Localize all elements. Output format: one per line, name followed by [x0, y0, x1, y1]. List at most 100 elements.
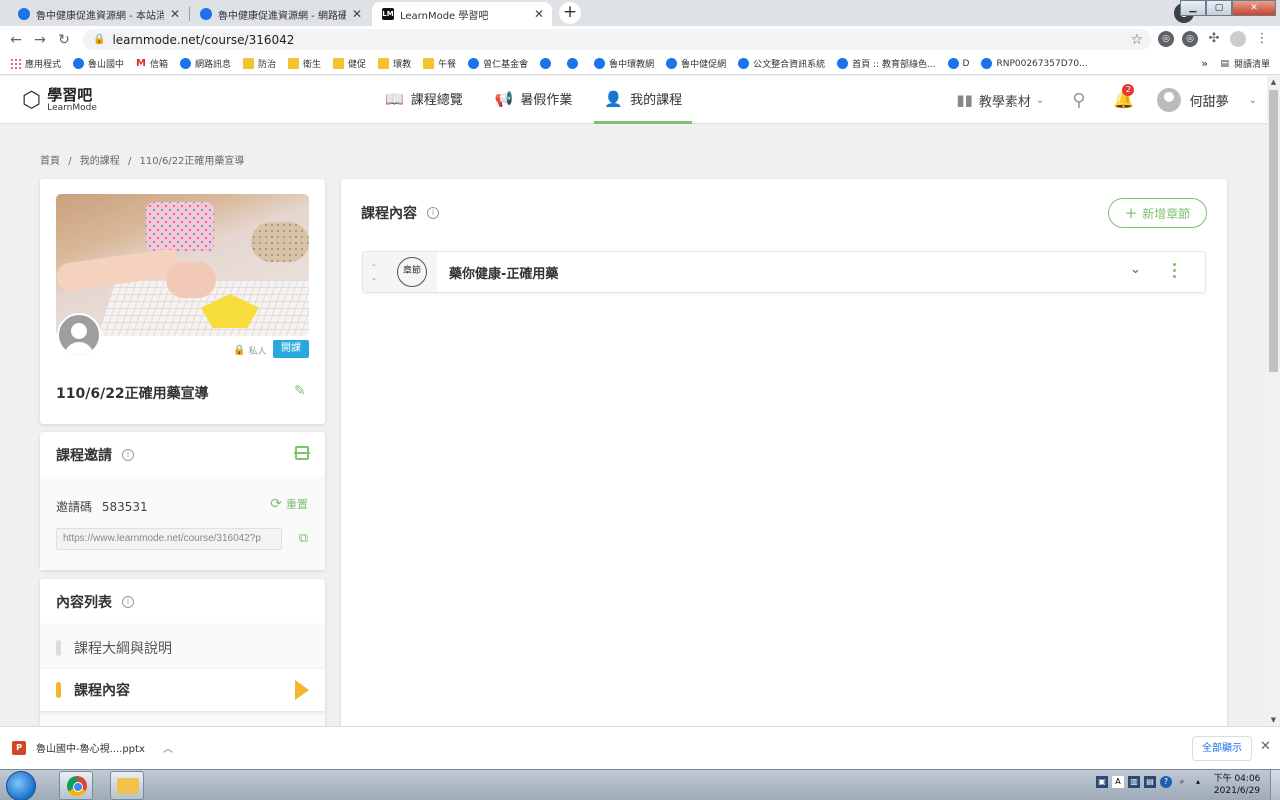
extension-icon[interactable]: ◎ [1158, 31, 1174, 47]
nav-course-overview[interactable]: 📖 課程總覽 [375, 76, 473, 124]
bookmark-item[interactable]: 午餐 [423, 57, 456, 70]
tab-close-icon[interactable]: ✕ [352, 7, 362, 21]
invite-card: 課程邀請 i 邀請碼 583531 ⟳ 重置 https://www.learn… [40, 432, 325, 570]
notification-bell[interactable]: 🔔 2 [1113, 84, 1135, 110]
tray-icon[interactable]: ▣ [1096, 776, 1108, 788]
info-icon[interactable]: i [122, 449, 134, 461]
reading-list-button[interactable]: ▤ 閱讀清單 [1220, 57, 1270, 71]
close-icon[interactable]: ✕ [1260, 739, 1271, 754]
bookmark-label: 應用程式 [25, 60, 62, 70]
menu-dots-icon[interactable]: ⋮ [1254, 31, 1270, 47]
content-list-item-outline[interactable]: 課程大綱與說明 [40, 627, 325, 669]
breadcrumb-home[interactable]: 首頁 [40, 156, 60, 167]
info-icon[interactable]: i [427, 207, 439, 219]
show-desktop-button[interactable] [1270, 770, 1280, 800]
user-menu[interactable]: 何甜夢 ⌄ [1156, 88, 1257, 112]
bookmark-item[interactable]: D [947, 58, 969, 69]
bookmark-item[interactable] [540, 58, 555, 69]
edit-icon[interactable]: ✎ [294, 383, 306, 399]
bookmark-item[interactable]: 首頁 :: 教育部綠色... [837, 57, 936, 70]
tray-icon[interactable]: ▤ [1144, 776, 1156, 788]
browser-tab-3[interactable]: LM LearnMode 學習吧 ✕ [372, 2, 552, 26]
bookmark-item[interactable]: 魯山國中 [73, 57, 124, 70]
privacy-indicator: 🔒 私人 [233, 344, 266, 357]
qr-scan-icon[interactable] [294, 446, 310, 460]
download-item[interactable]: P 魯山國中-魯心視....pptx ︿ [12, 740, 173, 755]
teaching-materials-menu[interactable]: ▮▮ 教學素材 ⌄ [956, 91, 1044, 110]
bookmark-item[interactable]: 環教 [378, 57, 411, 70]
bookmark-item[interactable] [567, 58, 582, 69]
cover-hand [166, 262, 216, 298]
tray-icon[interactable]: ⌕ [1176, 776, 1188, 788]
tab-close-icon[interactable]: ✕ [534, 7, 544, 21]
folder-icon [378, 58, 390, 69]
maximize-button[interactable]: ▢ [1206, 0, 1232, 16]
tab-close-icon[interactable]: ✕ [170, 7, 180, 21]
extension-icon[interactable]: ◎ [1182, 31, 1198, 47]
search-icon[interactable]: ⚲ [1072, 90, 1085, 111]
drag-handle-icon[interactable]: ⌃ ⌄ [363, 252, 385, 292]
bookmark-item[interactable]: M 信箱 [136, 57, 168, 70]
more-options-icon[interactable] [1173, 263, 1177, 281]
add-chapter-button[interactable]: + 新增章節 [1108, 198, 1207, 228]
taskbar-clock[interactable]: 下午 04:06 2021/6/29 [1212, 773, 1262, 797]
info-icon[interactable]: i [122, 596, 134, 608]
profile-avatar-icon[interactable] [1230, 31, 1246, 47]
bookmark-item[interactable]: 曾仁基金會 [468, 57, 528, 70]
reading-list-label: 閱讀清單 [1233, 60, 1270, 70]
learnmode-logo[interactable]: ⬡ 學習吧 LearnMode [22, 88, 97, 114]
tab-title: 魯中健康促進資源網 - 網路硬碟 [218, 10, 346, 22]
bookmark-item[interactable]: RNP00267357D70... [981, 58, 1088, 69]
scroll-up-icon[interactable]: ▲ [1267, 78, 1280, 86]
bookmark-star-icon[interactable]: ☆ [1130, 32, 1143, 48]
content-list-item-content[interactable]: 課程內容 [40, 669, 325, 711]
nav-summer-homework[interactable]: 📢 暑假作業 [485, 76, 583, 124]
url-text: learnmode.net/course/316042 [112, 32, 295, 47]
bookmarks-more-button[interactable]: » [1201, 57, 1208, 70]
tray-icon[interactable]: ▥ [1128, 776, 1140, 788]
minimize-button[interactable]: ▁ [1180, 0, 1206, 16]
show-all-downloads-button[interactable]: 全部顯示 [1192, 736, 1252, 761]
nav-label: 我的課程 [630, 93, 683, 108]
puzzle-icon[interactable]: ✣ [1206, 31, 1222, 47]
bookmark-item[interactable]: 網路訊息 [180, 57, 231, 70]
copy-icon[interactable]: ⧉ [299, 531, 308, 546]
start-button[interactable] [6, 771, 36, 800]
tray-expand-icon[interactable]: ▴ [1192, 776, 1204, 788]
bookmark-item[interactable]: 應用程式 [10, 57, 61, 70]
chapter-title: 藥你健康-正確用藥 [449, 267, 559, 282]
nav-my-courses[interactable]: 👤 我的課程 [594, 76, 693, 124]
help-icon[interactable]: ? [1160, 776, 1172, 788]
scrollbar-thumb[interactable] [1269, 90, 1278, 372]
window-close-button[interactable]: ✕ [1232, 0, 1276, 16]
forward-icon[interactable]: → [28, 32, 52, 48]
bookmark-item[interactable]: 魯中健促網 [666, 57, 726, 70]
page-scrollbar[interactable]: ▲ ▼ [1267, 76, 1280, 726]
bookmark-item[interactable]: 公文整合資訊系統 [738, 57, 825, 70]
reset-label: 重置 [286, 498, 308, 511]
back-icon[interactable]: ← [4, 32, 28, 48]
main-nav: 📖 課程總覽 📢 暑假作業 👤 我的課程 [375, 76, 704, 124]
url-input[interactable]: 🔒 learnmode.net/course/316042 ☆ [83, 29, 1151, 50]
taskbar-chrome[interactable] [59, 771, 93, 800]
bookmark-item[interactable]: 健促 [333, 57, 366, 70]
ime-icon[interactable]: A [1112, 776, 1124, 788]
chevron-up-icon[interactable]: ︿ [163, 740, 173, 755]
teacher-icon: 👤 [604, 89, 624, 108]
status-badge[interactable]: 開課 [273, 340, 309, 358]
lock-icon[interactable]: 🔒 [93, 34, 105, 45]
bookmark-item[interactable]: 防治 [243, 57, 276, 70]
chevron-down-icon[interactable]: ⌄ [1130, 262, 1141, 277]
browser-tab-1[interactable]: 魯中健康促進資源網 - 本站消息 ✕ [8, 2, 188, 26]
bookmark-item[interactable]: 魯中環教網 [594, 57, 654, 70]
reset-code-button[interactable]: ⟳ 重置 [270, 496, 308, 512]
new-tab-button[interactable]: + [559, 2, 581, 24]
browser-tab-2[interactable]: 魯中健康促進資源網 - 網路硬碟 ✕ [190, 2, 370, 26]
scroll-down-icon[interactable]: ▼ [1267, 716, 1280, 724]
invite-url-field[interactable]: https://www.learnmode.net/course/316042?… [56, 528, 282, 550]
breadcrumb-my-courses[interactable]: 我的課程 [80, 156, 120, 167]
taskbar-explorer[interactable] [110, 771, 144, 800]
reload-icon[interactable]: ↻ [52, 32, 76, 48]
chapter-row[interactable]: ⌃ ⌄ 章節 藥你健康-正確用藥 ⌄ [362, 251, 1206, 293]
bookmark-item[interactable]: 衛生 [288, 57, 321, 70]
